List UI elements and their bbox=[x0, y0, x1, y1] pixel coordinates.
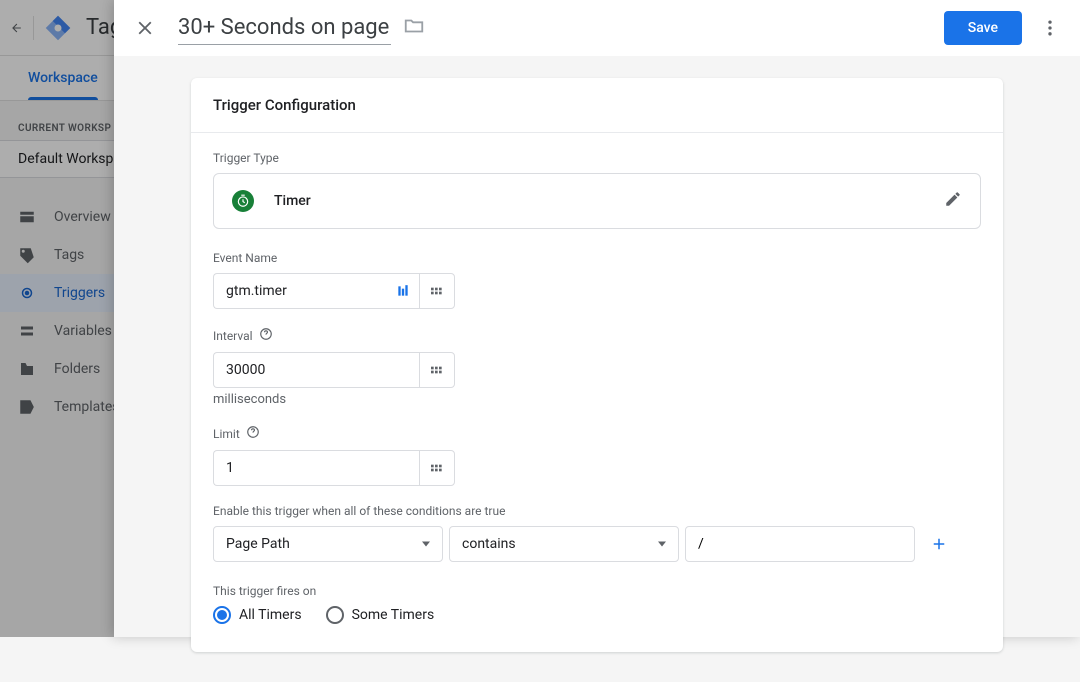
panel-title: Trigger Configuration bbox=[191, 78, 1003, 133]
trigger-type-card: Timer bbox=[213, 173, 981, 229]
condition-variable-select[interactable]: Page Path bbox=[213, 526, 443, 562]
timer-icon bbox=[232, 190, 254, 212]
fires-on-label: This trigger fires on bbox=[213, 584, 981, 598]
trigger-name-input[interactable]: 30+ Seconds on page bbox=[178, 11, 391, 45]
radio-unchecked-icon bbox=[326, 606, 344, 624]
condition-operator-select[interactable]: contains bbox=[449, 526, 679, 562]
trigger-type-label: Trigger Type bbox=[213, 151, 981, 165]
insert-variable-button[interactable] bbox=[419, 352, 455, 388]
folder-icon[interactable] bbox=[403, 15, 425, 41]
close-icon[interactable] bbox=[126, 9, 164, 47]
variable-indicator-icon bbox=[387, 273, 419, 309]
event-name-input[interactable] bbox=[213, 273, 387, 309]
trigger-type-name: Timer bbox=[274, 193, 944, 209]
interval-input[interactable] bbox=[213, 352, 419, 388]
help-icon[interactable] bbox=[259, 327, 273, 344]
radio-checked-icon bbox=[213, 606, 231, 624]
help-icon[interactable] bbox=[246, 425, 260, 442]
trigger-editor-modal: 30+ Seconds on page Save Trigger Configu… bbox=[114, 0, 1080, 637]
insert-variable-button[interactable] bbox=[419, 450, 455, 486]
event-name-label: Event Name bbox=[213, 251, 981, 265]
add-condition-icon[interactable] bbox=[921, 535, 957, 553]
more-menu-icon[interactable] bbox=[1032, 10, 1068, 46]
edit-type-icon[interactable] bbox=[944, 190, 962, 212]
save-button[interactable]: Save bbox=[944, 11, 1022, 45]
insert-variable-button[interactable] bbox=[419, 273, 455, 309]
conditions-label: Enable this trigger when all of these co… bbox=[213, 504, 981, 518]
radio-some-timers[interactable]: Some Timers bbox=[326, 606, 435, 624]
radio-all-timers[interactable]: All Timers bbox=[213, 606, 302, 624]
condition-value-input[interactable] bbox=[685, 526, 915, 562]
interval-label: Interval bbox=[213, 327, 981, 344]
limit-input[interactable] bbox=[213, 450, 419, 486]
milliseconds-label: milliseconds bbox=[213, 392, 981, 407]
limit-label: Limit bbox=[213, 425, 981, 442]
